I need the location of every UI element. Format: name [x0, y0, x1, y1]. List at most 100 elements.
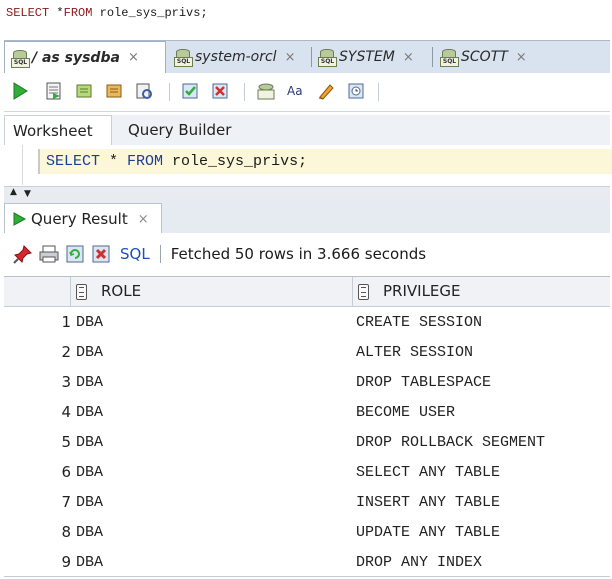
cell-privilege[interactable]: DROP ROLLBACK SEGMENT [356, 434, 545, 451]
toolbar-divider [159, 245, 161, 263]
query-text: * [49, 6, 64, 20]
table-row[interactable]: 2 DBA ALTER SESSION [4, 337, 610, 367]
table-row[interactable]: 4 DBA BECOME USER [4, 397, 610, 427]
tab-divider [432, 47, 433, 67]
close-icon[interactable]: × [128, 50, 139, 65]
collapse-down-icon[interactable]: ▼ [24, 190, 31, 199]
cancel-query-icon[interactable] [90, 243, 112, 265]
cell-privilege[interactable]: UPDATE ANY TABLE [356, 524, 500, 541]
cell-privilege[interactable]: DROP ANY INDEX [356, 554, 482, 571]
cell-role[interactable]: DBA [76, 464, 103, 481]
row-number: 1 [61, 313, 71, 331]
rollback-icon[interactable] [210, 81, 230, 101]
autotrace-icon[interactable] [74, 81, 94, 101]
tab-query-builder[interactable]: Query Builder [128, 115, 231, 145]
query-caption: SELECT *FROM role_sys_privs; [6, 6, 208, 24]
cell-privilege[interactable]: ALTER SESSION [356, 344, 473, 361]
editor-tab-bar: Worksheet Query Builder [4, 115, 610, 146]
row-number: 5 [61, 433, 71, 451]
expand-up-icon[interactable]: ▲ [10, 188, 17, 197]
cell-role[interactable]: DBA [76, 314, 103, 331]
pin-icon[interactable] [12, 243, 34, 265]
refresh-icon[interactable] [64, 243, 86, 265]
run-icon [13, 212, 27, 226]
table-row[interactable]: 9 DBA DROP ANY INDEX [4, 547, 610, 577]
tab-label: SCOTT [461, 49, 508, 65]
tab-scott[interactable]: SQL SCOTT × [434, 43, 527, 71]
close-icon[interactable]: × [403, 50, 414, 65]
cell-role[interactable]: DBA [76, 434, 103, 451]
commit-icon[interactable] [180, 81, 200, 101]
tab-query-result[interactable]: Query Result × [4, 203, 162, 234]
to-upper-lower-icon[interactable]: Aa [286, 81, 306, 101]
sql-history-icon[interactable] [346, 81, 366, 101]
row-number: 4 [61, 403, 71, 421]
column-type-icon [76, 283, 87, 300]
sql-tuning-icon[interactable] [134, 81, 154, 101]
unshared-sql-icon[interactable] [256, 81, 276, 101]
column-type-icon [358, 283, 369, 300]
column-header-role[interactable]: ROLE [76, 277, 141, 306]
close-icon[interactable]: × [285, 50, 296, 65]
close-icon[interactable]: × [138, 212, 149, 227]
toolbar-divider [378, 83, 379, 101]
run-statement-icon[interactable] [10, 81, 30, 101]
table-row[interactable]: 1 DBA CREATE SESSION [4, 307, 610, 337]
cell-privilege[interactable]: CREATE SESSION [356, 314, 482, 331]
table-row[interactable]: 7 DBA INSERT ANY TABLE [4, 487, 610, 517]
cell-role[interactable]: DBA [76, 344, 103, 361]
sql-connection-icon: SQL [11, 49, 30, 68]
row-number: 8 [61, 523, 71, 541]
cell-privilege[interactable]: BECOME USER [356, 404, 455, 421]
sql-connection-icon: SQL [174, 48, 193, 67]
cell-privilege[interactable]: INSERT ANY TABLE [356, 494, 500, 511]
svg-text:Aa: Aa [287, 84, 303, 98]
connection-tab-bar: SQL / as sysdba × SQL system-orcl × SQL … [4, 40, 610, 73]
print-icon[interactable] [38, 243, 60, 265]
run-script-icon[interactable] [44, 81, 64, 101]
tab-system[interactable]: SQL SYSTEM × [312, 43, 414, 71]
tab-label: Query Result [31, 210, 128, 228]
query-keyword-from: FROM [63, 6, 93, 20]
sql-connection-icon: SQL [318, 48, 337, 67]
tab-label: system-orcl [195, 49, 277, 65]
row-number: 7 [61, 493, 71, 511]
sql-statement[interactable]: SELECT * FROM role_sys_privs; [46, 153, 307, 170]
tab-label: SYSTEM [339, 49, 395, 65]
close-icon[interactable]: × [516, 50, 527, 65]
cell-role[interactable]: DBA [76, 554, 103, 571]
explain-plan-icon[interactable] [104, 81, 124, 101]
row-number: 3 [61, 373, 71, 391]
tab-label: / as sysdba [32, 49, 120, 66]
cell-role[interactable]: DBA [76, 374, 103, 391]
row-number: 2 [61, 343, 71, 361]
sql-link[interactable]: SQL [120, 245, 150, 263]
cell-role[interactable]: DBA [76, 494, 103, 511]
pane-splitter[interactable]: ▲ ▼ [4, 186, 610, 202]
column-divider[interactable] [352, 277, 353, 306]
result-grid: ROLE PRIVILEGE 1 DBA CREATE SESSION 2 DBA ALT… [4, 276, 610, 577]
cell-role[interactable]: DBA [76, 404, 103, 421]
sql-editor[interactable]: SELECT * FROM role_sys_privs; [4, 145, 612, 185]
worksheet-toolbar: Aa [4, 73, 610, 112]
keyword-select: SELECT [46, 153, 101, 170]
result-tab-bar: Query Result × [4, 201, 610, 234]
cell-privilege[interactable]: SELECT ANY TABLE [356, 464, 500, 481]
table-row[interactable]: 5 DBA DROP ROLLBACK SEGMENT [4, 427, 610, 457]
cell-role[interactable]: DBA [76, 524, 103, 541]
table-row[interactable]: 6 DBA SELECT ANY TABLE [4, 457, 610, 487]
table-row[interactable]: 3 DBA DROP TABLESPACE [4, 367, 610, 397]
clear-icon[interactable] [316, 81, 336, 101]
column-divider [70, 277, 71, 306]
toolbar-divider [169, 83, 170, 101]
column-header-label: PRIVILEGE [383, 282, 461, 300]
grid-bottom-border [4, 576, 610, 577]
table-row[interactable]: 8 DBA UPDATE ANY TABLE [4, 517, 610, 547]
row-number: 9 [61, 553, 71, 571]
column-header-privilege[interactable]: PRIVILEGE [358, 277, 461, 306]
tab-sysdba[interactable]: SQL / as sysdba × [4, 41, 166, 73]
grid-header: ROLE PRIVILEGE [4, 277, 610, 307]
tab-system-orcl[interactable]: SQL system-orcl × [168, 43, 295, 71]
tab-worksheet[interactable]: Worksheet [4, 115, 112, 146]
cell-privilege[interactable]: DROP TABLESPACE [356, 374, 491, 391]
